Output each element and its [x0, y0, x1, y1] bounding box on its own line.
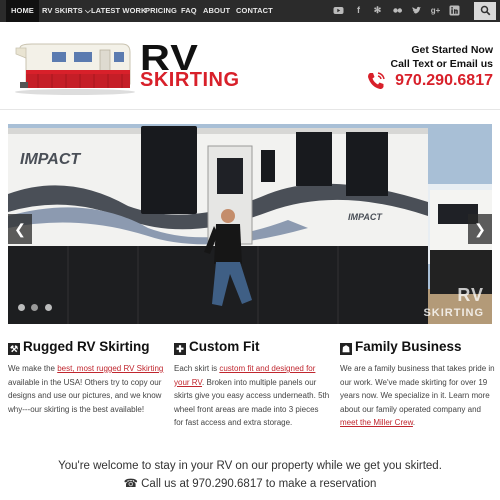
nav-about[interactable]: ABOUT — [203, 0, 230, 22]
slider-next-arrow[interactable]: ❯ — [468, 214, 492, 244]
feature-title: ✚ Custom Fit — [174, 338, 330, 356]
nav-faq[interactable]: FAQ — [181, 0, 197, 22]
feature-text: We make the best, most rugged RV Skirtin… — [8, 364, 164, 414]
feature-title: ⚒ Rugged RV Skirting — [8, 339, 150, 355]
nav-pricing[interactable]: PRICING — [145, 0, 177, 22]
top-navigation-bar: HOME RV SKIRTS ⌵ LATEST WORK PRICING FAQ… — [0, 0, 500, 22]
header-phone-number[interactable]: 970.290.6817 — [395, 72, 493, 90]
stay-message: You're welcome to stay in your RV on our… — [58, 460, 442, 472]
nav-contact[interactable]: CONTACT — [236, 0, 273, 22]
facebook-icon[interactable]: f — [353, 5, 364, 16]
feature-rugged: ⚒ Rugged RV Skirting We make the best, mo… — [8, 338, 164, 416]
wrench-icon: ⚒ — [8, 343, 20, 355]
feature-text: We are a family business that takes prid… — [340, 364, 495, 427]
rv-skirting-photo: IMPACT IMPACT — [8, 124, 492, 324]
reservation-call-line[interactable]: ☎ Call us at 970.290.6817 to make a rese… — [0, 476, 500, 490]
feature-family-business: ☗ Family Business We are a family busines… — [340, 338, 496, 430]
slider-prev-arrow[interactable]: ❮ — [8, 214, 32, 244]
hero-slider[interactable]: IMPACT IMPACT ❮ ❯ RV SKIRTING — [8, 124, 492, 324]
site-header: RV SKIRTING Get Started Now Call Text or… — [0, 22, 500, 110]
linkedin-icon[interactable] — [449, 5, 460, 16]
rv-brand-decal: IMPACT — [20, 151, 81, 168]
rv-trailer-logo-image[interactable] — [12, 38, 138, 96]
slider-dot[interactable] — [44, 304, 52, 311]
feature-custom-fit: ✚ Custom Fit Each skirt is custom fit and… — [174, 338, 330, 430]
puzzle-icon: ✚ — [174, 343, 186, 355]
feature-link[interactable]: best, most rugged RV Skirting — [57, 364, 163, 373]
slider-dot-active[interactable] — [31, 304, 39, 311]
twitter-icon[interactable] — [411, 5, 422, 16]
slider-dot[interactable] — [18, 304, 25, 311]
nav-latest-work[interactable]: LATEST WORK — [91, 0, 147, 22]
yelp-icon[interactable]: ✻ — [372, 5, 383, 16]
feature-link[interactable]: meet the Miller Crew — [340, 418, 413, 427]
watermark-rv: RV — [457, 285, 484, 305]
cta-get-started: Get Started Now — [411, 44, 493, 56]
youtube-icon[interactable] — [333, 5, 344, 16]
cta-contact-line: Call Text or Email us — [390, 58, 493, 70]
feature-title: ☗ Family Business — [340, 339, 462, 355]
watermark-skirting: SKIRTING — [423, 307, 484, 319]
rv-brand-decal-small: IMPACT — [348, 212, 383, 222]
nav-home[interactable]: HOME — [6, 0, 39, 22]
flickr-icon[interactable] — [392, 5, 403, 16]
brand-logo-skirting[interactable]: SKIRTING — [140, 70, 240, 90]
feature-text: Each skirt is custom fit and designed fo… — [174, 364, 330, 427]
slider-dots — [18, 298, 54, 316]
google-plus-icon[interactable]: g+ — [430, 5, 441, 16]
search-icon[interactable] — [474, 2, 496, 20]
phone-icon — [365, 70, 387, 92]
family-icon: ☗ — [340, 343, 352, 355]
nav-rv-skirts[interactable]: RV SKIRTS ⌵ — [42, 0, 91, 22]
